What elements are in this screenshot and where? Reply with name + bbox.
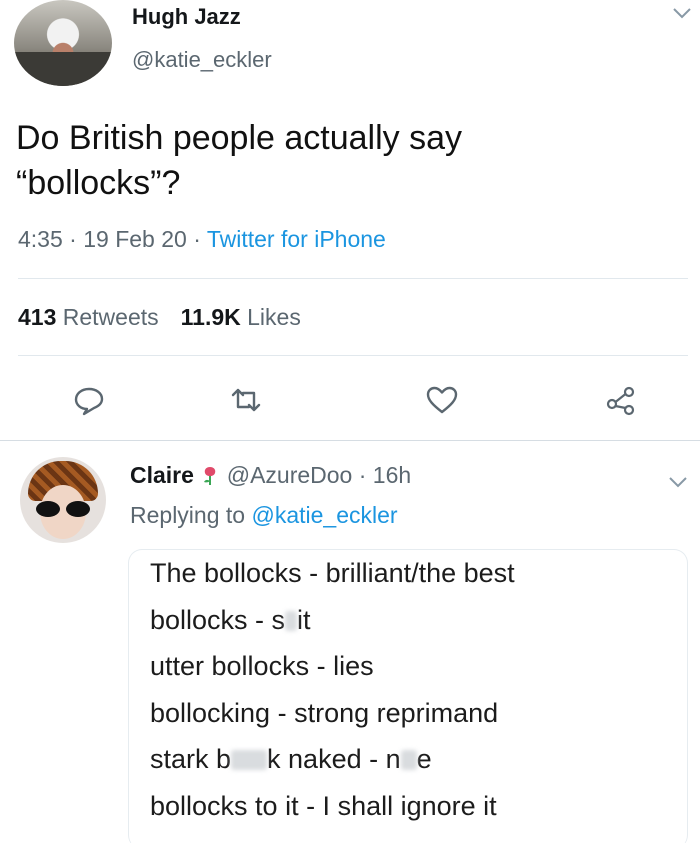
like-icon[interactable]	[425, 383, 459, 417]
text-fragment: stark b	[150, 744, 232, 774]
reply-author-name[interactable]: Claire	[130, 462, 194, 488]
divider	[18, 278, 688, 279]
text-fragment: k naked - n	[267, 744, 401, 774]
likes-stat[interactable]: 11.9K Likes	[181, 304, 301, 330]
retweets-count: 413	[18, 304, 57, 330]
text-fragment: it	[297, 605, 311, 635]
reply-age: 16h	[372, 462, 412, 488]
rose-emoji-icon	[200, 464, 220, 486]
retweet-icon[interactable]	[229, 383, 263, 417]
main-tweet: Hugh Jazz @katie_eckler Do British peopl…	[0, 0, 700, 440]
reply-author-avatar[interactable]	[20, 457, 106, 543]
text-fragment: e	[416, 744, 432, 774]
text-line: bollocks to it - I shall ignore it	[150, 791, 497, 821]
author-handle[interactable]: @katie_eckler	[132, 47, 272, 73]
likes-count: 11.9K	[180, 304, 241, 330]
tweet-source-link[interactable]: Twitter for iPhone	[207, 226, 386, 252]
replying-prefix: Replying to	[130, 502, 246, 528]
text-line: bollocking - strong reprimand	[150, 698, 499, 728]
meta-separator: ·	[193, 226, 201, 252]
chevron-down-icon[interactable]	[668, 475, 688, 489]
tweet-text-line: “bollocks”?	[16, 164, 181, 202]
tweet-date: 19 Feb 20	[83, 226, 187, 252]
retweets-label: Retweets	[62, 304, 159, 330]
tweet-meta: 4:35 · 19 Feb 20 · Twitter for iPhone	[18, 226, 386, 253]
meta-separator: ·	[358, 462, 367, 488]
author-name[interactable]: Hugh Jazz	[132, 4, 241, 30]
tweet-time: 4:35	[18, 226, 63, 252]
divider	[18, 355, 688, 356]
reply-header: Claire @AzureDoo · 16h	[130, 462, 411, 489]
tweet-stats: 413 Retweets 11.9K Likes	[18, 304, 301, 331]
replying-to-handle[interactable]: @katie_eckler	[251, 502, 397, 528]
text-line: The bollocks - brilliant/the best	[150, 558, 515, 588]
text-line: utter bollocks - lies	[150, 651, 374, 681]
censor-blur	[400, 750, 417, 770]
chevron-down-icon[interactable]	[672, 6, 692, 20]
censor-blur	[285, 611, 298, 631]
text-line: bollocks - s it	[150, 605, 311, 636]
text-fragment: bollocks - s	[150, 605, 286, 635]
reply-tweet: Claire @AzureDoo · 16h Replying to @kati…	[0, 441, 700, 843]
tweet-text-line: Do British people actually say	[16, 119, 463, 157]
share-icon[interactable]	[604, 383, 638, 417]
reply-icon[interactable]	[72, 383, 106, 417]
reply-author-handle[interactable]: @AzureDoo	[227, 462, 353, 488]
likes-label: Likes	[247, 304, 301, 330]
retweets-stat[interactable]: 413 Retweets	[18, 304, 159, 330]
censor-blur	[231, 750, 268, 770]
tweet-text: Do British people actually say “bollocks…	[16, 116, 656, 206]
meta-separator: ·	[69, 226, 77, 252]
replying-to: Replying to @katie_eckler	[130, 502, 398, 529]
text-line: stark b k naked - n e	[150, 744, 432, 775]
author-avatar[interactable]	[14, 0, 112, 86]
